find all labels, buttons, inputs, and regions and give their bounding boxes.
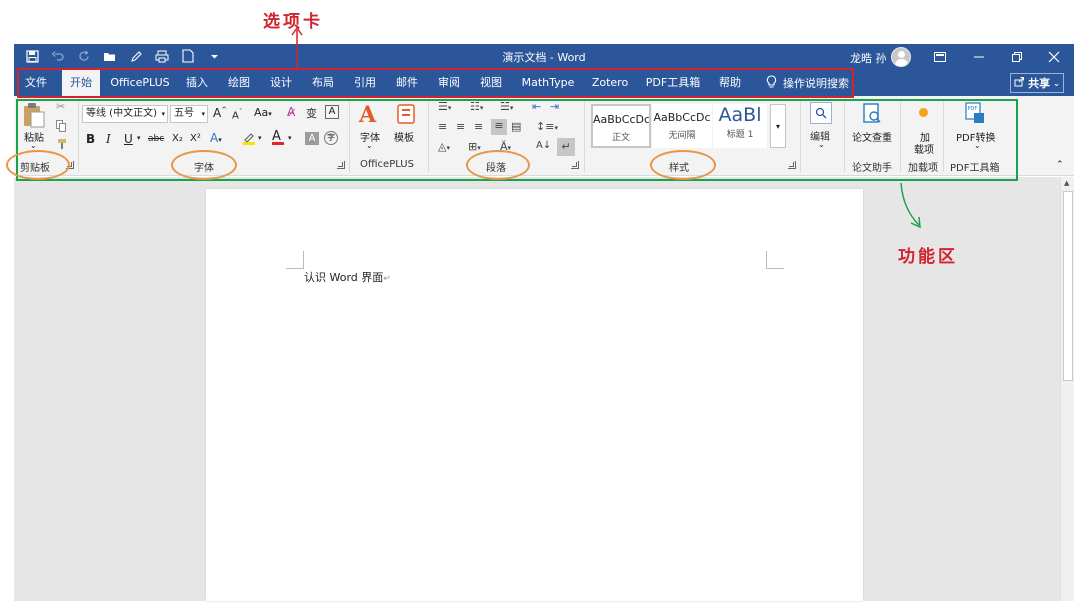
collapse-ribbon-icon[interactable]: ⌃ — [1056, 160, 1064, 170]
avatar[interactable] — [891, 47, 911, 67]
user-name[interactable]: 龙晧 孙 — [850, 50, 887, 66]
share-icon — [1014, 76, 1025, 90]
document-canvas: 认识 Word 界面↵ — [14, 177, 1060, 601]
word-window: 演示文档 - Word 龙晧 孙 文件 开始 OfficePLUS 插入 绘图 … — [0, 0, 1080, 607]
vertical-scrollbar[interactable]: ▲ — [1060, 177, 1074, 601]
close-icon[interactable] — [1039, 44, 1069, 70]
styles-oval — [650, 150, 716, 180]
scroll-thumb[interactable] — [1063, 191, 1073, 381]
title-bar: 演示文档 - Word 龙晧 孙 — [14, 44, 1074, 70]
green-arrow-icon — [900, 182, 921, 229]
share-label: 共享 — [1028, 77, 1051, 90]
tabs-highlight-box — [17, 68, 854, 98]
crop-mark — [766, 251, 784, 269]
ribbon-display-icon[interactable] — [925, 44, 955, 70]
share-button[interactable]: 共享 ⌄ — [1010, 73, 1064, 93]
paragraph-oval — [466, 150, 530, 180]
clipboard-oval — [6, 150, 70, 180]
document-text[interactable]: 认识 Word 界面↵ — [304, 269, 391, 285]
document-page[interactable]: 认识 Word 界面↵ — [206, 189, 863, 601]
restore-icon[interactable] — [1002, 44, 1032, 70]
document-title: 演示文档 - Word — [502, 51, 586, 64]
ribbon-annotation-label: 功能区 — [898, 247, 958, 267]
scroll-up-icon[interactable]: ▲ — [1064, 179, 1069, 187]
font-oval — [171, 150, 237, 180]
crop-mark — [286, 251, 304, 269]
red-arrow-icon — [291, 26, 303, 68]
chevron-down-icon: ⌄ — [1053, 78, 1060, 88]
minimize-icon[interactable] — [964, 44, 994, 70]
